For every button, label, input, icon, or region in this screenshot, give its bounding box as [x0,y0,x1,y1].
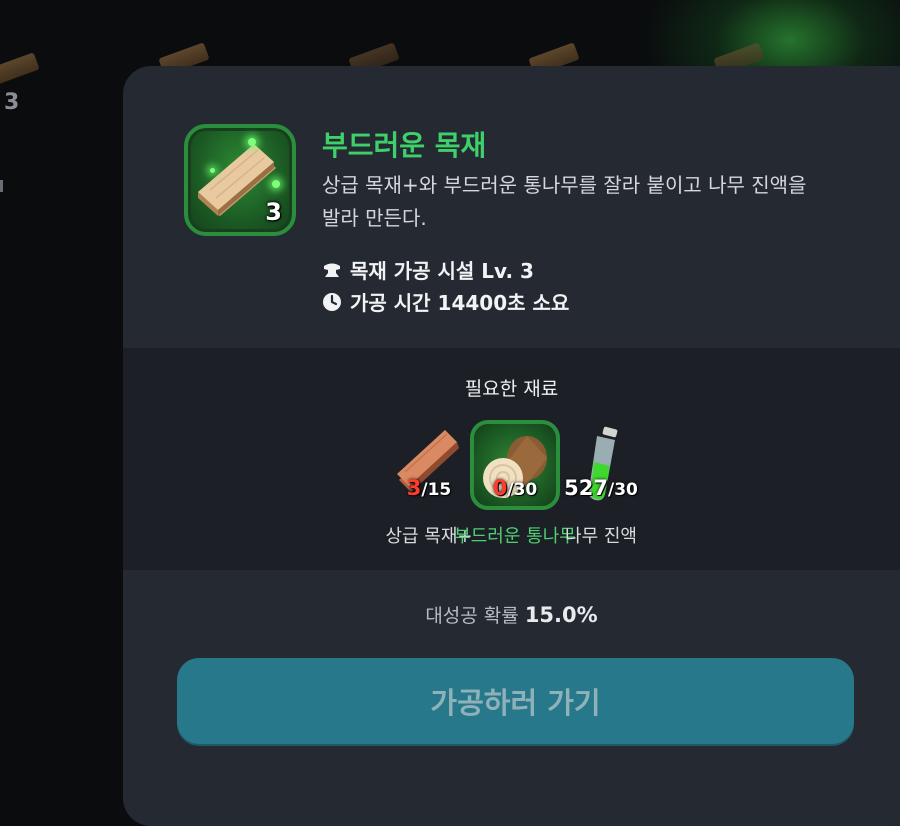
item-title: 부드러운 목재 [322,129,487,162]
item-count: 3 [265,198,282,226]
time-requirement: 가공 시간 14400초 소요 [322,287,569,316]
time-text: 가공 시간 14400초 소요 [350,291,570,315]
background-item-count: 3 [4,90,20,115]
materials-heading: 필요한 재료 [464,378,559,400]
chance-value: 15.0% [524,603,598,627]
material-have: 3 [406,476,422,500]
item-icon-frame[interactable]: 3 [184,124,296,236]
material-quantity: 527/30 [531,476,671,500]
material-have: 0 [492,476,508,500]
go-craft-button[interactable]: 가공하러 가기 [177,658,854,744]
material-need: /30 [607,480,638,500]
background-item-icon [0,52,40,86]
materials-section: 필요한 재료 3/15 상급 목재+ 0/30 부드러운 통나무 527/30 … [123,348,900,570]
sparkle-icon [272,180,280,188]
facility-text: 목재 가공 시설 Lv. 3 [350,259,534,283]
clock-icon [323,292,341,311]
sparkle-icon [210,168,215,173]
material-name: 나무 진액 [565,526,637,547]
chance-label: 대성공 확률 [425,605,519,627]
great-success-chance: 대성공 확률 15.0% [123,601,900,628]
facility-requirement: 목재 가공 시설 Lv. 3 [322,255,534,284]
material-have: 527 [564,476,608,500]
material-item[interactable]: 527/30 나무 진액 [531,418,671,548]
item-description: 상급 목재+와 부드러운 통나무를 잘라 붙이고 나무 진액을 발라 만든다. [322,173,807,230]
background-marker [0,180,3,192]
sparkle-icon [248,138,256,146]
anvil-icon [324,263,340,277]
